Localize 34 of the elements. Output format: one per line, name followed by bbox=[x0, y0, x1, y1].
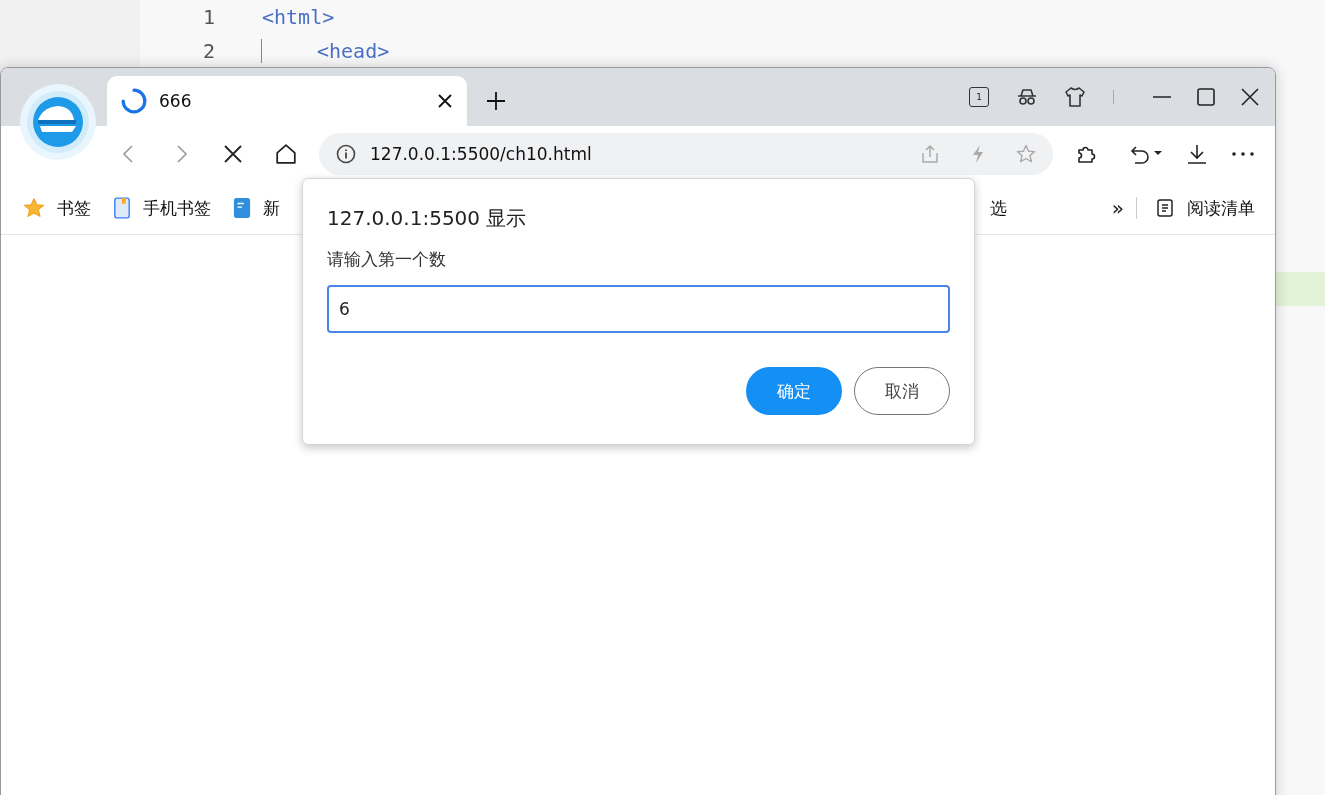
code-text: <head> bbox=[261, 39, 390, 63]
line-number: 1 bbox=[201, 5, 215, 29]
info-icon bbox=[336, 144, 356, 164]
close-icon[interactable] bbox=[1240, 87, 1260, 107]
star-icon bbox=[23, 197, 45, 219]
shirt-icon[interactable] bbox=[1063, 85, 1087, 109]
more-bookmarks-button[interactable]: » bbox=[1111, 196, 1124, 220]
list-icon bbox=[1155, 198, 1175, 218]
cancel-button[interactable]: 取消 bbox=[854, 367, 950, 415]
document-icon bbox=[233, 196, 251, 220]
stop-icon[interactable] bbox=[223, 144, 243, 164]
bookmark-link[interactable]: 新 bbox=[263, 196, 280, 220]
browser-logo-icon bbox=[18, 82, 98, 162]
code-text: <html> bbox=[262, 5, 335, 29]
dialog-message: 请输入第一个数 bbox=[327, 248, 446, 271]
tab-title: 666 bbox=[159, 91, 193, 111]
address-bar[interactable]: 127.0.0.1:5500/ch10.html bbox=[319, 133, 1053, 175]
line-number: 2 bbox=[201, 39, 215, 63]
dialog-title: 127.0.0.1:5500 显示 bbox=[327, 205, 527, 232]
close-tab-icon[interactable] bbox=[437, 93, 453, 109]
url-text: 127.0.0.1:5500/ch10.html bbox=[370, 144, 593, 164]
reading-list-button[interactable]: 阅读清单 bbox=[1187, 196, 1255, 220]
maximize-icon[interactable] bbox=[1196, 87, 1216, 107]
download-icon[interactable] bbox=[1185, 142, 1209, 166]
phone-icon bbox=[113, 196, 131, 220]
input-field[interactable]: 6 bbox=[327, 285, 950, 333]
browser-tab[interactable]: 666 bbox=[107, 76, 467, 126]
new-tab-icon[interactable] bbox=[486, 91, 506, 111]
star-icon[interactable] bbox=[1016, 144, 1036, 164]
home-icon[interactable] bbox=[275, 143, 297, 165]
bookmark-link[interactable]: 手机书签 bbox=[143, 196, 211, 220]
bookmark-link[interactable]: 选 bbox=[990, 196, 1007, 220]
tab-count-icon[interactable]: 1 bbox=[969, 87, 989, 107]
bookmark-link[interactable]: 书签 bbox=[57, 196, 91, 220]
